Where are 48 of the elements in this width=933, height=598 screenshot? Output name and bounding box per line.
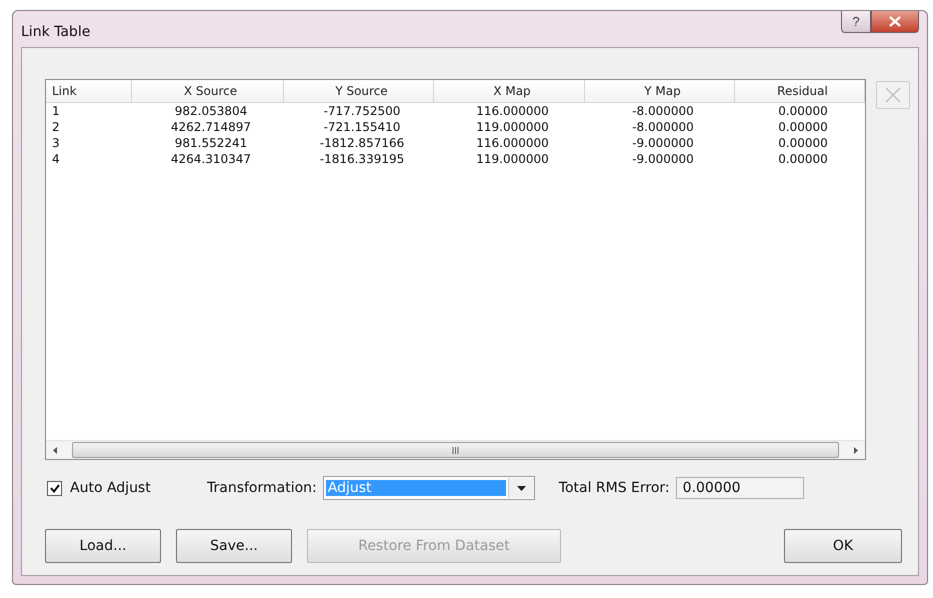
- close-button[interactable]: [871, 11, 919, 33]
- table-cell-text: 982.053804: [174, 103, 248, 119]
- table-cell-text: 0.00000: [777, 135, 829, 151]
- table-cell-text: 981.552241: [174, 135, 248, 151]
- table-cell-text: -1816.339195: [318, 151, 406, 167]
- help-button[interactable]: ?: [841, 11, 871, 33]
- table-cell-text: 1: [51, 103, 61, 119]
- table-cell-text: 2: [51, 119, 61, 135]
- table-cell-text: -9.000000: [631, 135, 695, 151]
- left-arrow-icon: [53, 446, 57, 454]
- close-icon: [885, 87, 902, 103]
- dialog-button[interactable]: Save...: [176, 529, 292, 563]
- column-header[interactable]: Y Map: [585, 80, 735, 103]
- auto-adjust-checkbox[interactable]: [47, 480, 62, 496]
- transformation-label: Transformation:: [207, 480, 317, 496]
- table-cell-text: 119.000000: [475, 119, 550, 135]
- table-cell-text: -717.752500: [322, 103, 402, 119]
- table-cell-text: 4264.310347: [170, 151, 252, 167]
- table-cell-text: 116.000000: [475, 103, 550, 119]
- column-header[interactable]: Y Source: [284, 80, 434, 103]
- column-header[interactable]: X Map: [434, 80, 585, 103]
- checkbox-label: Auto Adjust: [70, 480, 151, 496]
- rms-error-label: Total RMS Error:: [558, 480, 670, 496]
- right-arrow-icon: [854, 446, 858, 454]
- table-cell-text: -8.000000: [631, 103, 695, 119]
- window-title: Link Table: [21, 23, 90, 40]
- table-cell-text: 0.00000: [777, 151, 829, 167]
- rms-error-field[interactable]: 0.00000: [676, 477, 804, 499]
- table-cell-text: 119.000000: [475, 151, 550, 167]
- ok-button[interactable]: OK: [784, 529, 902, 563]
- scroll-thumb[interactable]: [72, 442, 840, 458]
- table-cell-text: -8.000000: [631, 119, 695, 135]
- table-cell-text: 4262.714897: [170, 119, 252, 135]
- table-cell-text: 0.00000: [777, 103, 829, 119]
- column-header[interactable]: X Source: [132, 80, 284, 103]
- table-cell-text: -9.000000: [631, 151, 695, 167]
- close-icon: [889, 16, 901, 27]
- table-cell-text: -721.155410: [322, 119, 402, 135]
- column-header[interactable]: Residual: [735, 80, 865, 103]
- horizontal-scrollbar[interactable]: [46, 440, 866, 459]
- table-cell-text: 0.00000: [777, 119, 829, 135]
- table-cell-text: -1812.857166: [318, 135, 406, 151]
- table-cell-text: 4: [51, 151, 61, 167]
- grip-icon: [452, 446, 460, 454]
- table-cell-text: 116.000000: [475, 135, 550, 151]
- column-header[interactable]: Link: [46, 80, 132, 103]
- table-cell-text: 3: [51, 135, 61, 151]
- dialog-button[interactable]: Load...: [45, 529, 161, 563]
